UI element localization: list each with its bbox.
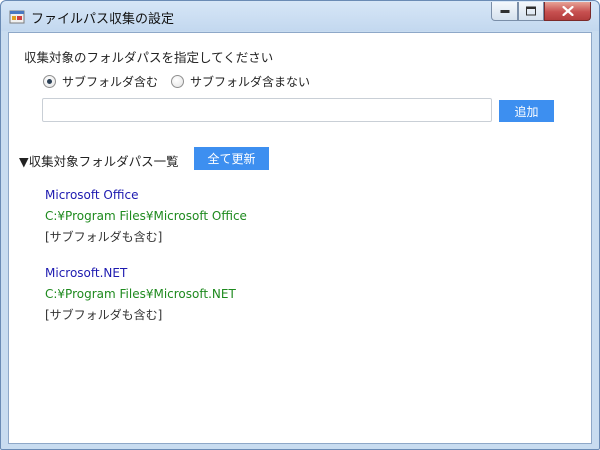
radio-exclude-label[interactable]: サブフォルダ含まない	[190, 73, 310, 90]
folder-path: C:¥Program Files¥Microsoft.NET	[45, 287, 236, 301]
refresh-all-button[interactable]: 全て更新	[194, 147, 269, 170]
client-area: 収集対象のフォルダパスを指定してください サブフォルダ含む サブフォルダ含まない…	[8, 32, 592, 444]
settings-window: ファイルパス収集の設定 収集対象のフォルダパスを指定してください サブフォルダ含…	[0, 0, 600, 450]
maximize-button[interactable]	[518, 2, 544, 21]
radio-unchecked-icon[interactable]	[171, 74, 184, 88]
folder-name[interactable]: Microsoft Office	[45, 185, 247, 206]
list-item: Microsoft.NET C:¥Program Files¥Microsoft…	[45, 263, 236, 326]
radio-exclude-subfolders[interactable]: サブフォルダ含まない	[171, 73, 310, 89]
title-bar[interactable]: ファイルパス収集の設定	[1, 1, 599, 31]
folder-option: [サブフォルダも含む]	[45, 230, 163, 244]
radio-include-label[interactable]: サブフォルダ含む	[62, 73, 158, 90]
maximize-icon	[526, 6, 536, 16]
list-item: Microsoft Office C:¥Program Files¥Micros…	[45, 185, 247, 248]
minimize-button[interactable]	[491, 2, 518, 21]
app-icon	[9, 9, 25, 25]
radio-include-subfolders[interactable]: サブフォルダ含む	[43, 73, 158, 89]
folder-name[interactable]: Microsoft.NET	[45, 263, 236, 284]
folder-path-input[interactable]	[42, 98, 492, 122]
close-icon	[562, 6, 573, 16]
instruction-label: 収集対象のフォルダパスを指定してください	[24, 50, 274, 65]
folder-path: C:¥Program Files¥Microsoft Office	[45, 209, 247, 223]
minimize-icon	[500, 10, 509, 13]
radio-checked-icon[interactable]	[43, 74, 56, 88]
folder-option: [サブフォルダも含む]	[45, 308, 163, 322]
folder-list-header[interactable]: ▼収集対象フォルダパス一覧	[19, 151, 179, 170]
close-button[interactable]	[544, 2, 591, 21]
window-title: ファイルパス収集の設定	[31, 12, 175, 27]
add-button[interactable]: 追加	[499, 100, 554, 122]
